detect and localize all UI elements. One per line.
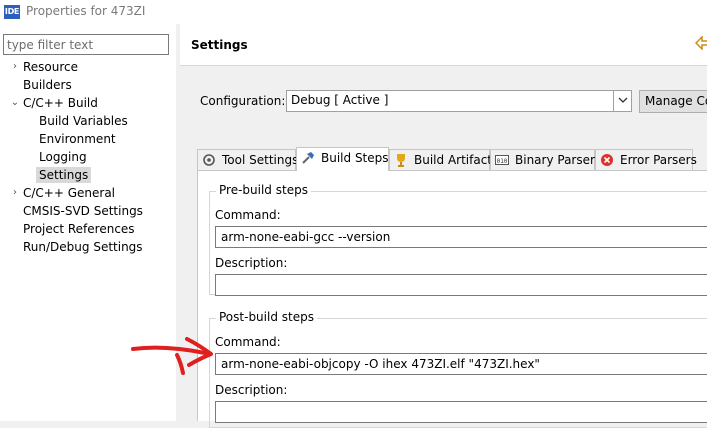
window-title: Properties for 473ZI: [26, 4, 146, 18]
tree-item-environment[interactable]: Environment: [39, 130, 116, 148]
prebuild-description-label: Description:: [215, 256, 288, 270]
tree-item-label: Settings: [36, 167, 92, 183]
prebuild-steps-group: Pre-build steps Command: arm-none-eabi-g…: [209, 183, 707, 296]
configuration-value: Debug [ Active ]: [291, 93, 389, 107]
tab-label: Error Parsers: [620, 153, 697, 167]
postbuild-command-input[interactable]: arm-none-eabi-objcopy -O ihex 473ZI.elf …: [215, 353, 707, 375]
group-title: Post-build steps: [216, 310, 317, 324]
svg-text:010: 010: [497, 158, 508, 165]
tab-label: Binary Parsers: [515, 153, 602, 167]
collapse-icon[interactable]: ⌄: [9, 94, 21, 112]
tree-item-build-variables[interactable]: Build Variables: [39, 112, 128, 130]
binary-icon: 010: [495, 153, 509, 167]
tree-item-resource[interactable]: › Resource: [13, 58, 79, 76]
annotation-arrow-icon: [131, 337, 213, 375]
tab-tool-settings[interactable]: Tool Settings: [197, 149, 299, 170]
filter-input[interactable]: [3, 34, 169, 55]
back-arrow-icon[interactable]: [694, 35, 707, 52]
tab-label: Build Steps: [321, 151, 389, 165]
manage-configurations-button[interactable]: Manage Co: [639, 90, 707, 113]
tree-item-label: Run/Debug Settings: [23, 240, 143, 254]
tree-item-label: Logging: [39, 150, 87, 164]
build-steps-panel: Pre-build steps Command: arm-none-eabi-g…: [197, 170, 707, 428]
trophy-icon: [394, 153, 408, 167]
tree-item-builders[interactable]: Builders: [23, 76, 72, 94]
tab-error-parsers[interactable]: Error Parsers: [595, 149, 697, 170]
expand-icon[interactable]: ›: [9, 58, 21, 76]
prebuild-command-input[interactable]: arm-none-eabi-gcc --version: [215, 226, 707, 248]
error-icon: [600, 153, 614, 167]
tree-item-label: Resource: [23, 60, 79, 74]
title-bar: IDE Properties for 473ZI: [0, 0, 707, 24]
tree-item-label: Builders: [23, 78, 72, 92]
tab-label: Tool Settings: [222, 153, 299, 167]
gear-icon: [202, 153, 216, 167]
tab-build-steps[interactable]: Build Steps: [296, 147, 389, 171]
tree-item-cmsis-svd-settings[interactable]: CMSIS-SVD Settings: [23, 202, 143, 220]
postbuild-description-label: Description:: [215, 383, 288, 397]
group-title: Pre-build steps: [216, 183, 311, 197]
tree-item-run-debug-settings[interactable]: Run/Debug Settings: [23, 238, 143, 256]
configuration-label: Configuration:: [200, 94, 286, 108]
tab-binary-parsers[interactable]: 010 Binary Parsers: [490, 149, 601, 170]
settings-pane: Settings Configuration: Debug [ Active ]…: [180, 24, 707, 428]
hammer-icon: [301, 151, 315, 165]
tree-item-label: Environment: [39, 132, 116, 146]
tree-item-label: C/C++ Build: [23, 96, 98, 110]
configuration-select[interactable]: Debug [ Active ]: [286, 90, 632, 112]
tab-bar: Tool Settings Build Steps Build Artifact…: [197, 147, 707, 171]
tree-item-settings[interactable]: Settings: [36, 166, 92, 184]
tree-item-cpp-general[interactable]: › C/C++ General: [13, 184, 116, 202]
prebuild-command-label: Command:: [215, 208, 281, 222]
page-title: Settings: [191, 38, 248, 52]
settings-header: Settings: [180, 24, 707, 66]
tree-item-label: C/C++ General: [23, 186, 116, 200]
tree-item-project-references[interactable]: Project References: [23, 220, 135, 238]
tree-item-label: Project References: [23, 222, 135, 236]
tab-build-artifact[interactable]: Build Artifact: [389, 149, 492, 170]
chevron-down-icon[interactable]: [613, 91, 631, 111]
postbuild-command-label: Command:: [215, 335, 281, 349]
tab-label: Build Artifact: [414, 153, 492, 167]
expand-icon[interactable]: ›: [9, 184, 21, 202]
postbuild-description-input[interactable]: [215, 401, 707, 423]
tree-item-label: Build Variables: [39, 114, 128, 128]
tree-item-cpp-build[interactable]: ⌄ C/C++ Build: [11, 94, 98, 112]
prebuild-description-input[interactable]: [215, 274, 707, 296]
tree-item-logging[interactable]: Logging: [39, 148, 87, 166]
postbuild-steps-group: Post-build steps Command: arm-none-eabi-…: [209, 310, 707, 428]
tree-item-label: CMSIS-SVD Settings: [23, 204, 143, 218]
ide-icon: IDE: [4, 5, 20, 19]
